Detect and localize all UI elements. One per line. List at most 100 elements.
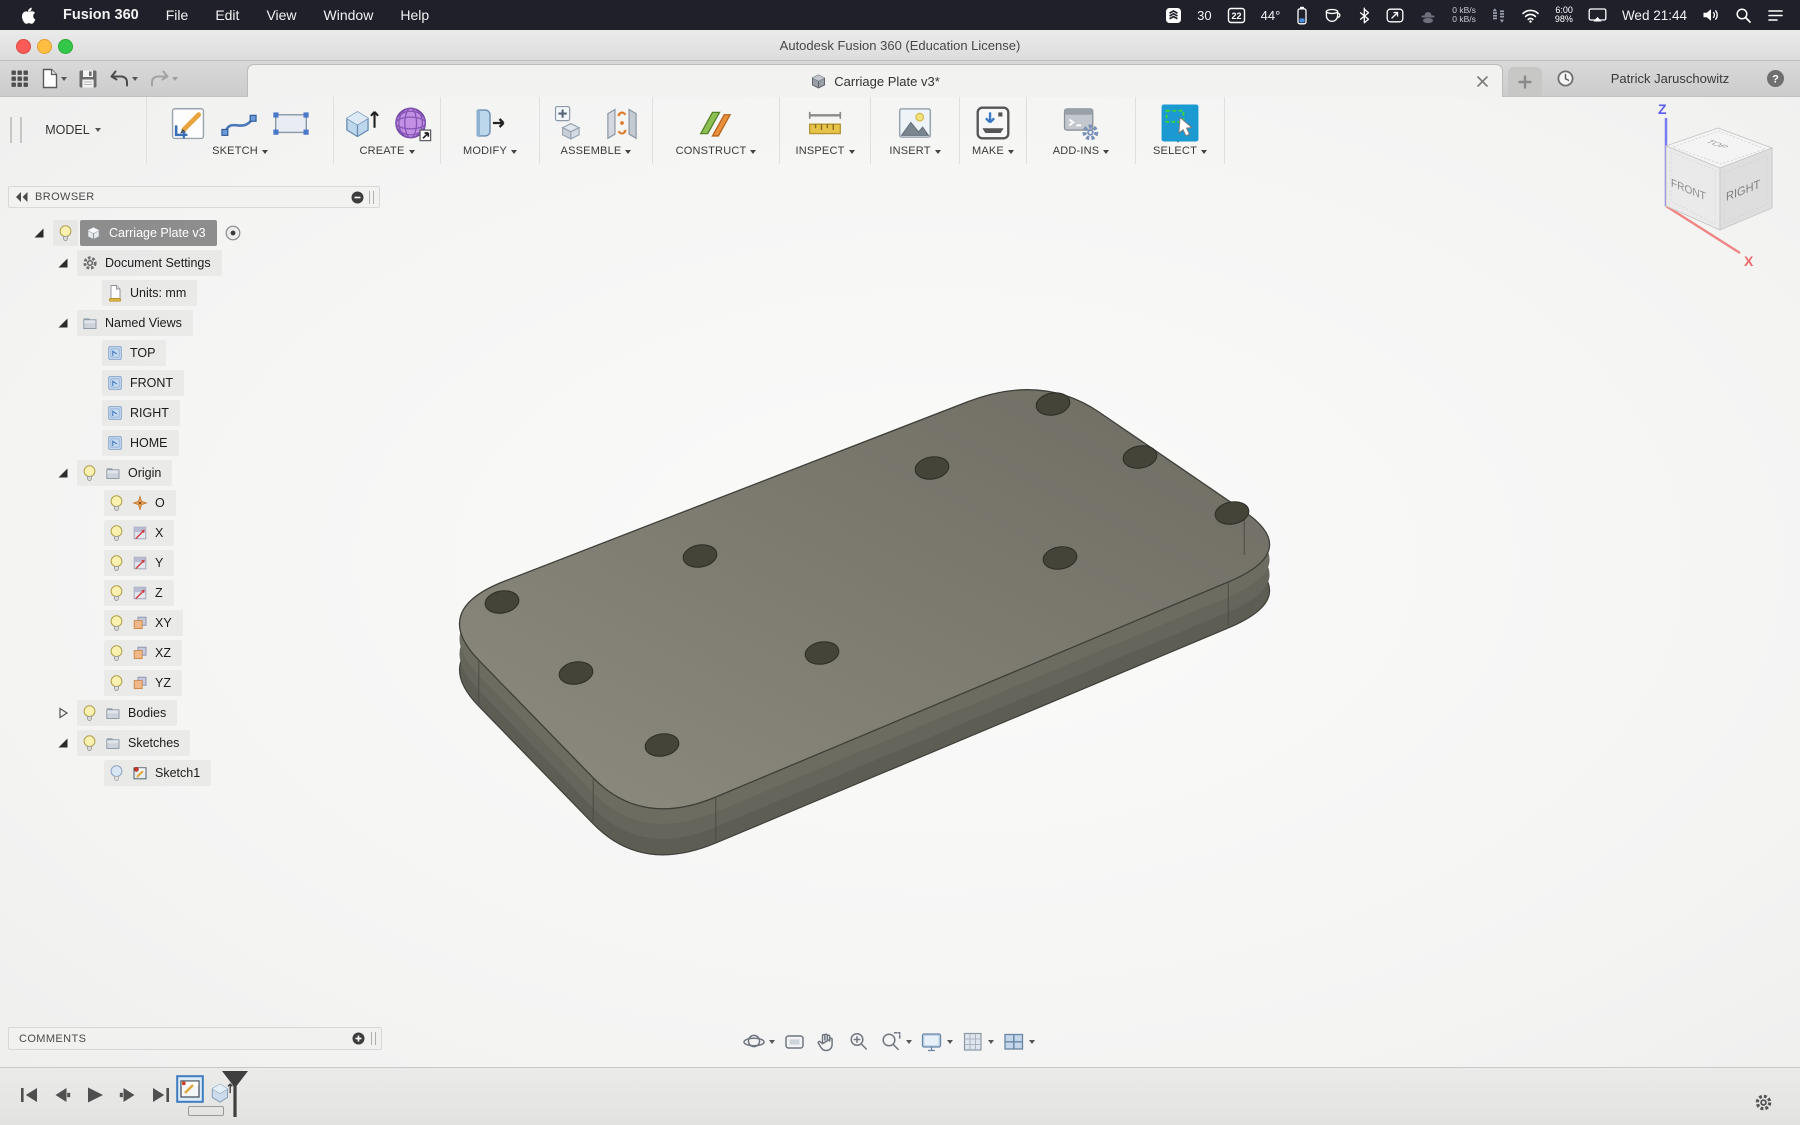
panel-resize-handle[interactable] xyxy=(371,1032,376,1045)
insert-image-icon[interactable] xyxy=(895,103,935,143)
bulb-icon[interactable] xyxy=(108,614,125,632)
tree-row-units-mm[interactable]: Units: mm xyxy=(8,278,380,308)
cup-icon[interactable] xyxy=(1324,7,1343,24)
fit-icon[interactable] xyxy=(879,1030,912,1054)
ribbon-group-label[interactable]: MODIFY xyxy=(463,145,517,157)
toolbar-drag-handle[interactable] xyxy=(10,117,22,143)
timeline-sketch-feature[interactable] xyxy=(176,1075,204,1103)
workspace-switcher[interactable]: MODEL xyxy=(0,96,146,164)
expander-open-icon[interactable] xyxy=(56,256,70,270)
scripts-addins-icon[interactable] xyxy=(1061,104,1101,142)
skip-start-icon[interactable] xyxy=(16,1083,42,1107)
ribbon-group-label[interactable]: SKETCH xyxy=(212,145,268,157)
rectangle-icon[interactable] xyxy=(271,104,311,142)
comments-panel[interactable]: COMMENTS xyxy=(8,1027,382,1050)
minimize-panel-icon[interactable] xyxy=(351,191,364,204)
zoom-icon[interactable] xyxy=(847,1030,871,1054)
bulb-icon[interactable] xyxy=(108,644,125,662)
bulb-icon[interactable] xyxy=(108,584,125,602)
bulb-icon[interactable] xyxy=(108,674,125,692)
expander-open-icon[interactable] xyxy=(56,466,70,480)
bulb-icon[interactable] xyxy=(81,464,98,482)
ribbon-group-label[interactable]: CREATE xyxy=(359,145,415,157)
display-settings-icon[interactable] xyxy=(920,1030,953,1054)
browser-header[interactable]: BROWSER xyxy=(8,186,380,208)
tree-row-xz[interactable]: XZ xyxy=(8,638,380,668)
user-account-button[interactable]: Patrick Jaruschowitz xyxy=(1590,61,1750,96)
tree-row-home[interactable]: HOME xyxy=(8,428,380,458)
tree-row-sketches[interactable]: Sketches xyxy=(8,728,380,758)
expander-open-icon[interactable] xyxy=(56,316,70,330)
sketch-create-icon[interactable] xyxy=(169,104,207,142)
select-icon[interactable] xyxy=(1161,104,1199,142)
menubar-item-view[interactable]: View xyxy=(266,7,296,23)
tree-row-top[interactable]: TOP xyxy=(8,338,380,368)
construct-plane-icon[interactable] xyxy=(696,103,736,143)
apple-menu-icon[interactable] xyxy=(20,6,36,25)
grid-settings-icon[interactable] xyxy=(961,1030,994,1054)
new-file-button[interactable] xyxy=(40,68,67,89)
version-history-icon[interactable] xyxy=(1556,69,1575,88)
tree-row-document-settings[interactable]: Document Settings xyxy=(8,248,380,278)
extrude-icon[interactable] xyxy=(341,103,381,143)
panel-resize-handle[interactable] xyxy=(369,190,374,204)
search-icon[interactable] xyxy=(1735,7,1752,24)
ribbon-group-label[interactable]: MAKE xyxy=(972,145,1014,157)
battery-icon[interactable] xyxy=(1295,6,1309,25)
close-tab-icon[interactable] xyxy=(1475,74,1490,89)
help-icon[interactable]: ? xyxy=(1766,69,1785,88)
menubar-item-edit[interactable]: Edit xyxy=(215,7,239,23)
spy-icon[interactable] xyxy=(1419,7,1437,24)
carriage-plate-model[interactable] xyxy=(458,389,1271,856)
bulb-icon[interactable] xyxy=(81,704,98,722)
tree-row-y[interactable]: Y xyxy=(8,548,380,578)
capture-icon[interactable] xyxy=(1386,7,1404,24)
skip-end-icon[interactable] xyxy=(148,1083,174,1107)
calendar-icon[interactable]: 22 xyxy=(1227,7,1246,24)
bulb-icon[interactable] xyxy=(108,494,125,512)
tree-row-sketch1[interactable]: Sketch1 xyxy=(8,758,380,788)
pan-icon[interactable] xyxy=(815,1030,839,1054)
tree-row-o[interactable]: O xyxy=(8,488,380,518)
bluetooth-icon[interactable] xyxy=(1358,7,1371,24)
expander-closed-icon[interactable] xyxy=(56,706,70,720)
ribbon-group-label[interactable]: CONSTRUCT xyxy=(676,145,757,157)
tree-row-z[interactable]: Z xyxy=(8,578,380,608)
ribbon-group-label[interactable]: SELECT xyxy=(1153,145,1207,157)
timeline-playhead-marker[interactable] xyxy=(220,1069,250,1119)
play-icon[interactable] xyxy=(82,1083,108,1107)
add-comment-icon[interactable] xyxy=(352,1032,365,1045)
timeline-settings-gear-icon[interactable] xyxy=(1753,1092,1774,1113)
ribbon-group-label[interactable]: ASSEMBLE xyxy=(561,145,632,157)
press-pull-icon[interactable] xyxy=(470,103,510,143)
tree-row-carriage-plate-v3[interactable]: Carriage Plate v3 xyxy=(8,218,380,248)
bulb-icon[interactable] xyxy=(108,554,125,572)
form-icon[interactable] xyxy=(393,103,433,143)
tree-row-xy[interactable]: XY xyxy=(8,608,380,638)
traffic-icon[interactable] xyxy=(1491,7,1506,24)
layers-icon[interactable] xyxy=(1165,7,1182,24)
ribbon-group-label[interactable]: INSERT xyxy=(889,145,941,157)
tree-row-origin[interactable]: Origin xyxy=(8,458,380,488)
active-app-name[interactable]: Fusion 360 xyxy=(63,7,139,23)
tree-row-named-views[interactable]: Named Views xyxy=(8,308,380,338)
expander-open-icon[interactable] xyxy=(56,736,70,750)
bulb-icon[interactable] xyxy=(108,524,125,542)
menu-list-icon[interactable] xyxy=(1767,8,1784,23)
measure-icon[interactable] xyxy=(805,105,845,141)
tree-row-front[interactable]: FRONT xyxy=(8,368,380,398)
step-forward-icon[interactable] xyxy=(115,1083,141,1107)
menubar-item-window[interactable]: Window xyxy=(324,7,374,23)
speaker-icon[interactable] xyxy=(1702,7,1720,23)
joint-icon[interactable] xyxy=(604,103,640,143)
look-at-icon[interactable] xyxy=(783,1030,807,1054)
document-tab[interactable]: Carriage Plate v3* xyxy=(247,64,1503,97)
menubar-item-file[interactable]: File xyxy=(166,7,189,23)
collapse-panel-icon[interactable] xyxy=(14,191,29,203)
step-back-icon[interactable] xyxy=(49,1083,75,1107)
expander-open-icon[interactable] xyxy=(32,226,46,240)
3d-print-icon[interactable] xyxy=(973,103,1013,143)
save-button[interactable] xyxy=(78,69,98,89)
viewports-icon[interactable] xyxy=(1002,1030,1035,1054)
undo-button[interactable] xyxy=(109,69,138,88)
